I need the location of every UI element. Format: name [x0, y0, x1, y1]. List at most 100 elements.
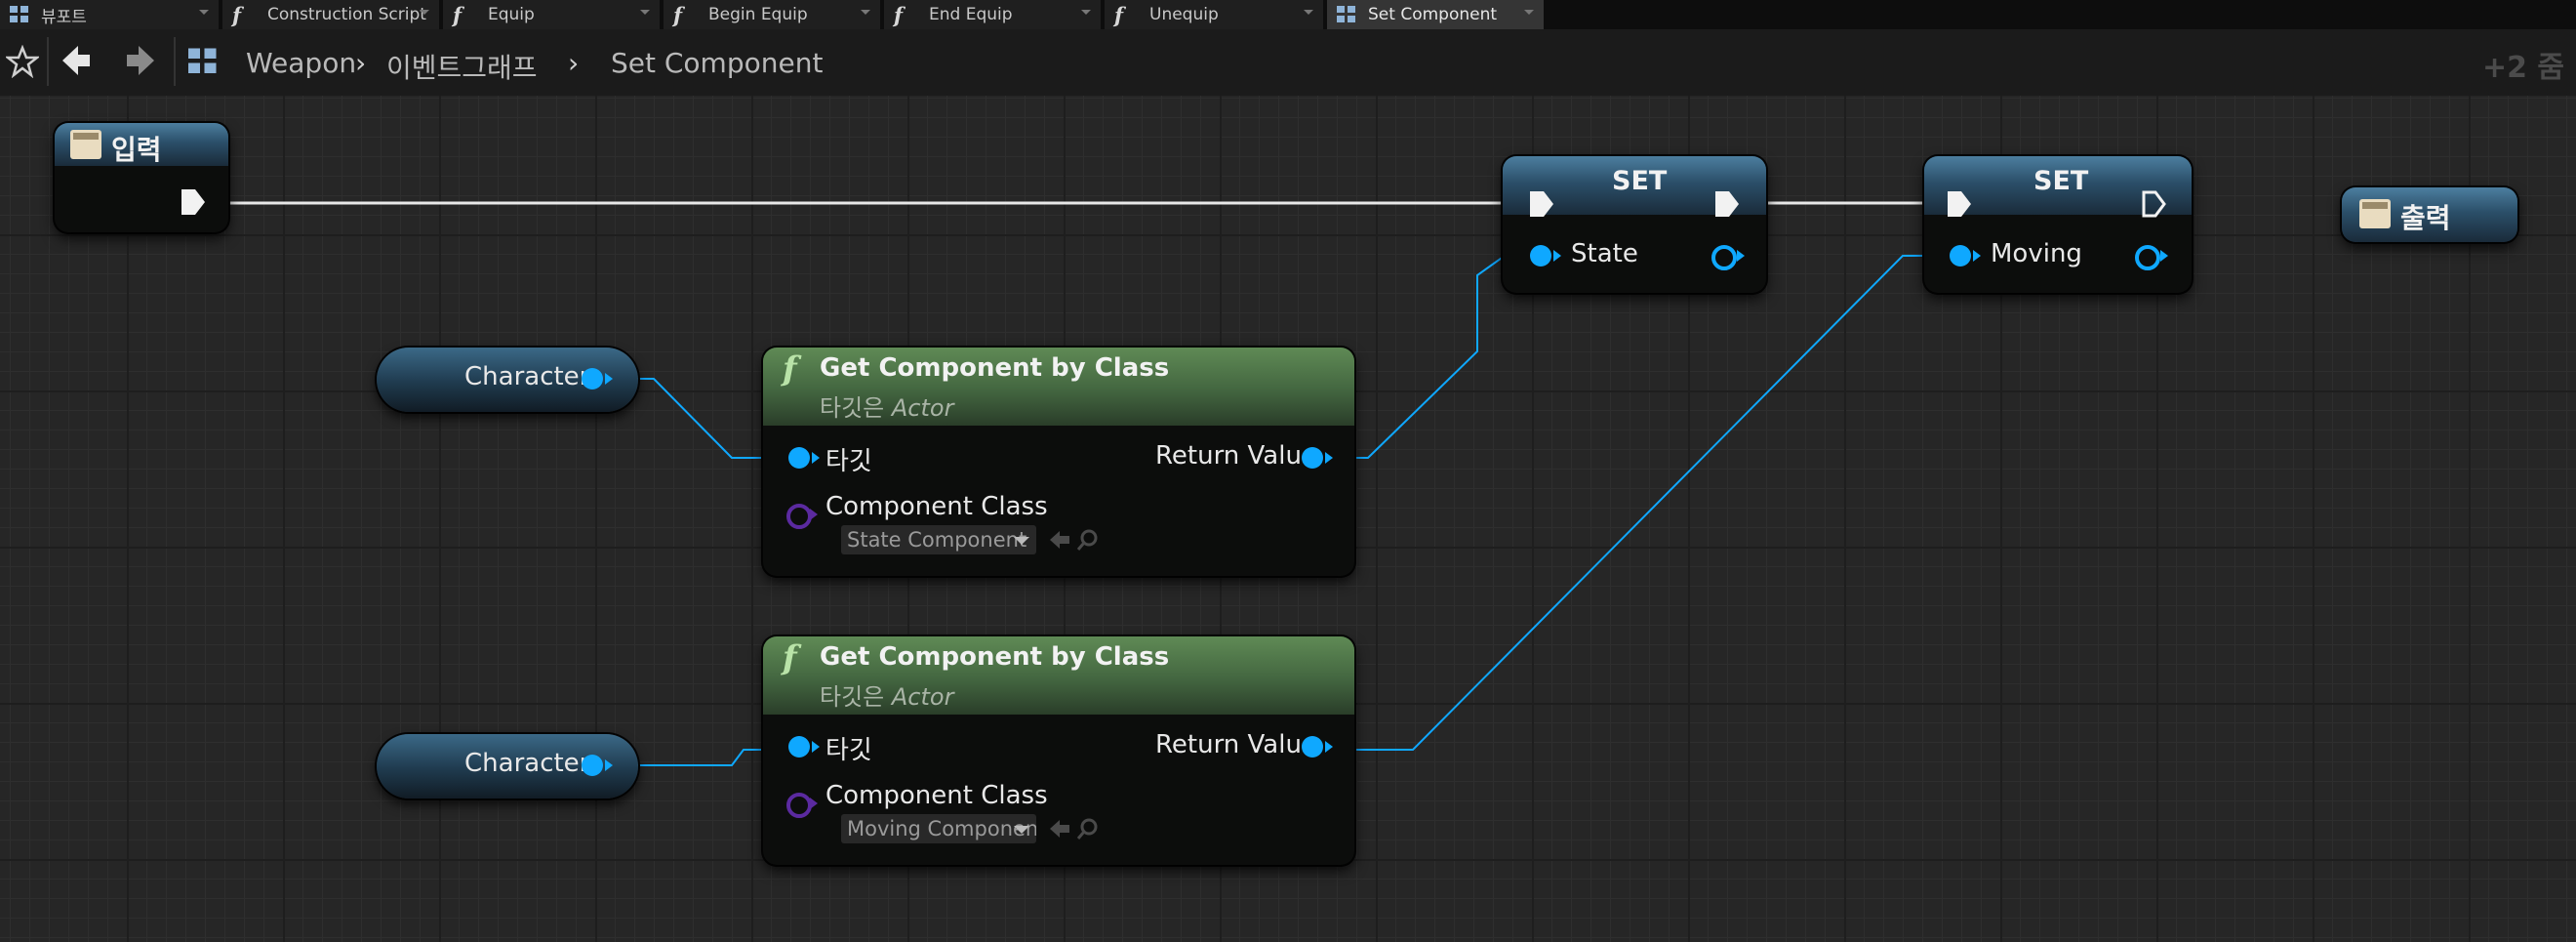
toolbar-divider [47, 37, 49, 86]
function-icon: f [783, 349, 797, 389]
tab-unequip[interactable]: f Unequip [1105, 0, 1325, 29]
browse-magnifier-icon[interactable] [1075, 527, 1101, 553]
exec-in-pin-icon[interactable] [1946, 189, 1973, 219]
forward-arrow-icon[interactable] [123, 43, 156, 78]
zoom-level: +2 줌 [2481, 51, 2564, 85]
function-icon: f [673, 2, 683, 27]
get-component-by-class-node[interactable]: f Get Component by Class 타깃은 Actor 타깃 Re… [763, 636, 1354, 865]
exec-out-pin-icon[interactable] [180, 187, 207, 217]
node-subtitle: 타깃은 Actor [820, 389, 953, 423]
pin-arrow-icon [1737, 250, 1745, 262]
breadcrumb-separator-icon: › [355, 47, 367, 79]
function-return-icon [2359, 199, 2391, 228]
function-entry-icon [70, 130, 101, 159]
tab-label: 뷰포트 [41, 7, 87, 27]
tab-menu-caret-icon[interactable] [861, 10, 870, 15]
tab-label: Begin Equip [708, 5, 808, 24]
character-output-pin[interactable] [582, 755, 603, 776]
use-selected-arrow-icon[interactable] [1048, 529, 1071, 551]
graph-grid-icon [1337, 6, 1356, 23]
character-variable-node[interactable]: Character [377, 348, 638, 412]
component-class-dropdown[interactable]: Moving Component [841, 814, 1036, 843]
target-input-pin[interactable] [788, 447, 810, 469]
pin-arrow-icon [2160, 250, 2168, 262]
node-title: Get Component by Class [820, 642, 1170, 672]
exec-out-pin-hollow-icon[interactable] [2141, 189, 2168, 219]
dropdown-value: State Component [847, 528, 1027, 552]
tab-label: Construction Script [267, 5, 426, 24]
exec-out-pin-icon[interactable] [1713, 189, 1741, 219]
breadcrumb-set-component[interactable]: Set Component [611, 47, 823, 79]
tab-menu-caret-icon[interactable] [420, 10, 429, 15]
moving-input-pin[interactable] [1950, 245, 1971, 266]
tab-label: Equip [488, 5, 535, 24]
pin-arrow-icon [810, 798, 818, 809]
character-output-pin[interactable] [582, 368, 603, 389]
moving-pin-label: Moving [1991, 239, 2082, 268]
component-class-pin[interactable] [786, 504, 812, 529]
graph-grid-icon [188, 48, 218, 75]
return-value-label: Return Value [1155, 441, 1317, 471]
component-class-dropdown[interactable]: State Component [841, 525, 1036, 554]
tab-menu-caret-icon[interactable] [640, 10, 650, 15]
function-entry-node[interactable]: 입력 [55, 123, 228, 232]
graph-toolbar: Weapon › 이벤트그래프 › Set Component +2 줌 [0, 29, 2576, 98]
browse-magnifier-icon[interactable] [1075, 816, 1101, 841]
toolbar-divider [174, 37, 176, 86]
tab-label: Unequip [1149, 5, 1219, 24]
tab-construction-script[interactable]: f Construction Script [222, 0, 441, 29]
node-title: 출력 [2400, 202, 2451, 234]
pin-arrow-icon [605, 373, 613, 385]
tab-begin-equip[interactable]: f Begin Equip [664, 0, 882, 29]
state-input-pin[interactable] [1530, 245, 1551, 266]
tab-set-component[interactable]: Set Component [1327, 0, 1546, 29]
back-arrow-icon[interactable] [60, 43, 94, 78]
target-input-pin[interactable] [788, 736, 810, 758]
node-subtitle: 타깃은 Actor [820, 677, 953, 712]
tab-end-equip[interactable]: f End Equip [884, 0, 1103, 29]
pin-arrow-icon [812, 741, 820, 753]
state-output-pin[interactable] [1711, 245, 1737, 270]
tab-menu-caret-icon[interactable] [1304, 10, 1313, 15]
pin-arrow-icon [1325, 741, 1333, 753]
tab-menu-caret-icon[interactable] [1081, 10, 1091, 15]
use-selected-arrow-icon[interactable] [1048, 818, 1071, 840]
return-value-pin[interactable] [1302, 736, 1323, 758]
function-icon: f [894, 2, 904, 27]
target-pin-label: 타깃 [825, 736, 872, 765]
tab-menu-caret-icon[interactable] [1524, 10, 1534, 15]
breadcrumb-weapon[interactable]: Weapon [246, 47, 356, 79]
tab-viewport[interactable]: 뷰포트 [0, 0, 221, 29]
function-icon: f [1114, 2, 1124, 27]
node-title: 입력 [111, 134, 162, 166]
chevron-down-icon [1014, 537, 1029, 545]
moving-output-pin[interactable] [2135, 245, 2160, 270]
pin-arrow-icon [810, 509, 818, 520]
get-component-by-class-node[interactable]: f Get Component by Class 타깃은 Actor 타깃 Re… [763, 348, 1354, 576]
return-value-label: Return Value [1155, 730, 1317, 759]
tab-label: End Equip [929, 5, 1013, 24]
node-title: SET [2033, 166, 2089, 196]
breadcrumb-event-graph[interactable]: 이벤트그래프 [386, 47, 538, 86]
character-variable-node[interactable]: Character [377, 734, 638, 799]
variable-label: Character [464, 362, 590, 391]
tab-menu-caret-icon[interactable] [199, 10, 209, 15]
exec-in-pin-icon[interactable] [1528, 189, 1555, 219]
node-title: Get Component by Class [820, 353, 1170, 383]
subtitle-target: Actor [891, 683, 954, 711]
component-class-pin[interactable] [786, 793, 812, 818]
function-return-node[interactable]: 출력 [2342, 187, 2517, 242]
subtitle-prefix: 타깃은 [820, 394, 892, 422]
set-moving-node[interactable]: SET Moving [1924, 156, 2192, 293]
function-icon: f [453, 2, 463, 27]
tab-equip[interactable]: f Equip [443, 0, 662, 29]
pin-arrow-icon [812, 452, 820, 464]
graph-canvas[interactable]: 입력 출력 SET State SET Moving Character Cha… [0, 96, 2576, 942]
set-state-node[interactable]: SET State [1503, 156, 1766, 293]
component-class-label: Component Class [825, 492, 1048, 521]
return-value-pin[interactable] [1302, 447, 1323, 469]
variable-label: Character [464, 749, 590, 778]
pin-arrow-icon [1325, 452, 1333, 464]
subtitle-prefix: 타깃은 [820, 683, 892, 711]
star-icon[interactable] [6, 45, 39, 78]
